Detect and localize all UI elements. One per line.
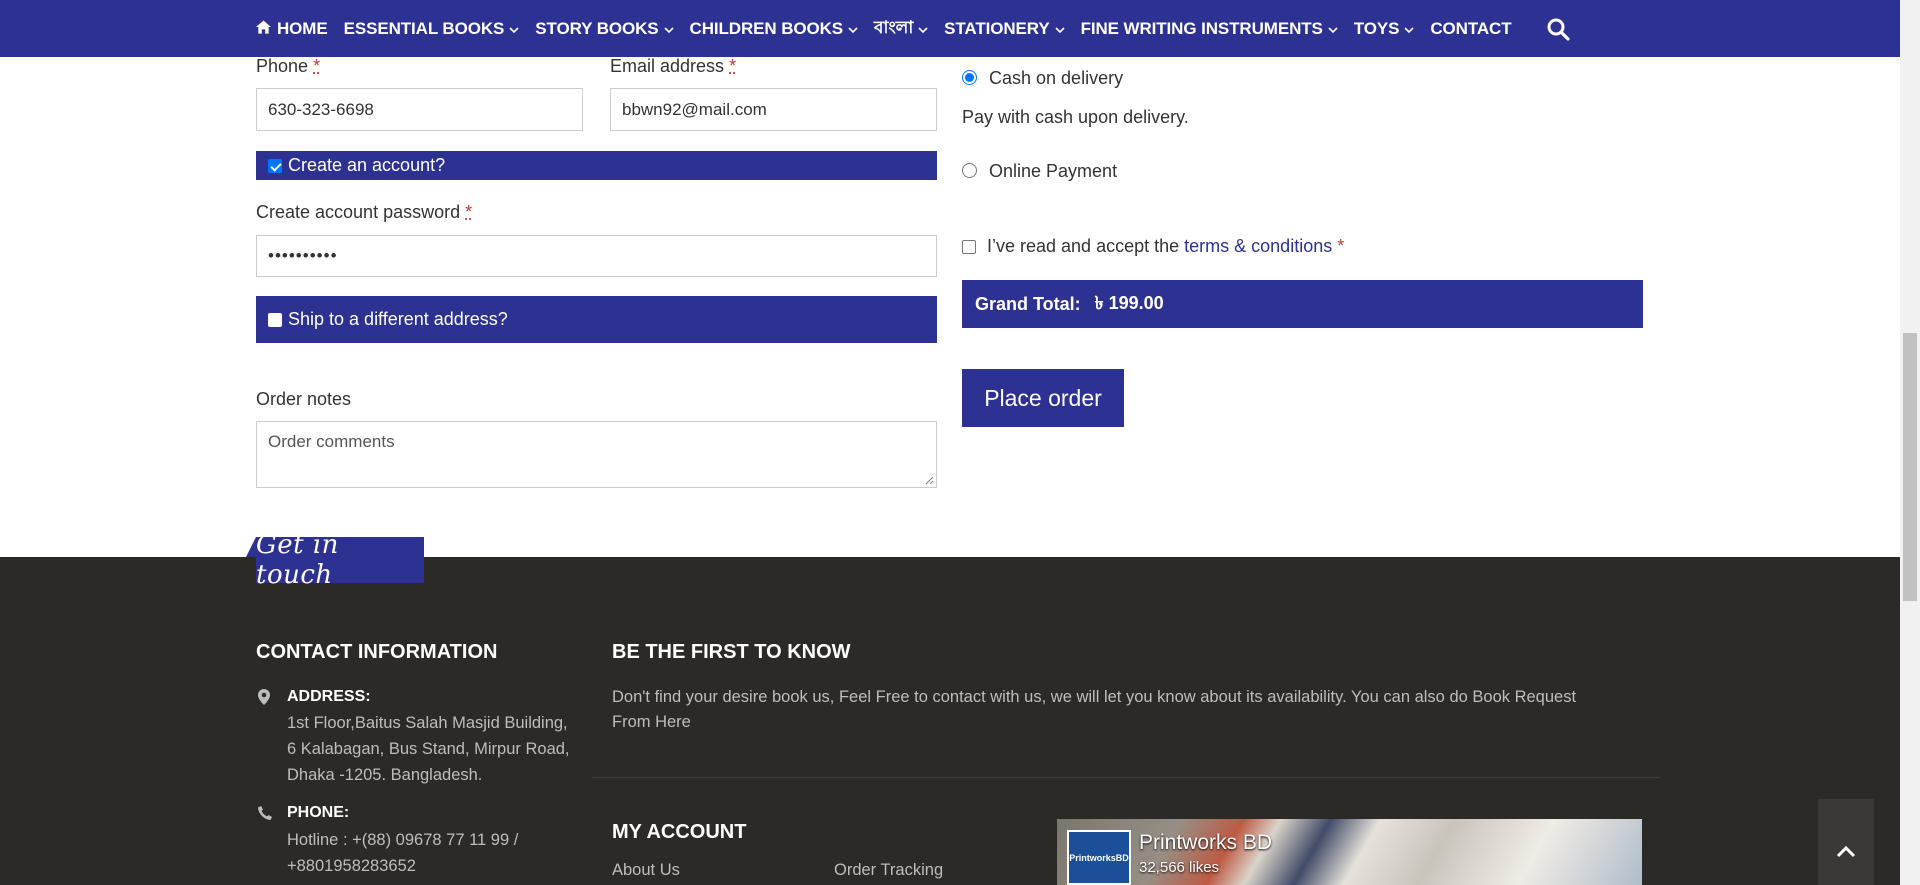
resize-handle-icon[interactable] — [924, 475, 934, 485]
ship-different-label: Ship to a different address? — [288, 309, 508, 329]
home-icon — [256, 19, 271, 38]
nav-item-children-books[interactable]: CHILDREN BOOKS — [690, 19, 859, 39]
first-to-know-text-2[interactable]: From Here — [612, 709, 691, 735]
create-account-bar[interactable]: Create an account? — [256, 151, 937, 180]
nav-item-stationery[interactable]: STATIONERY — [944, 18, 1065, 39]
password-field[interactable]: •••••••••• — [256, 235, 937, 277]
nav-item-label: CONTACT — [1430, 18, 1512, 38]
chevron-down-icon — [1055, 23, 1065, 37]
nav-item-label: STORY BOOKS — [535, 18, 659, 38]
nav-item-label: FINE WRITING INSTRUMENTS — [1080, 18, 1323, 38]
required-mark: * — [729, 56, 737, 76]
cod-radio[interactable] — [962, 70, 977, 85]
order-notes-textarea[interactable]: Order comments — [256, 421, 937, 488]
first-to-know-text: Don't find your desire book us, Feel Fre… — [612, 688, 1577, 706]
first-to-know-heading: BE THE FIRST TO KNOW — [612, 641, 851, 663]
nav-item-essential-books[interactable]: ESSENTIAL BOOKS — [344, 19, 520, 39]
chevron-down-icon — [1328, 23, 1338, 37]
online-payment-radio[interactable] — [962, 163, 977, 178]
chevron-down-icon — [1404, 23, 1414, 37]
search-icon[interactable] — [1546, 17, 1570, 41]
chevron-down-icon — [918, 23, 928, 37]
phone-value: 630-323-6698 — [268, 99, 374, 119]
email-field[interactable]: bbwn92@mail.com — [610, 88, 937, 131]
nav-item-label: STATIONERY — [944, 18, 1050, 38]
nav-item-home[interactable]: HOME — [256, 19, 328, 39]
password-value: •••••••••• — [268, 246, 338, 265]
facebook-page-likes: 32,566 likes — [1139, 859, 1220, 876]
map-marker-icon — [258, 689, 272, 705]
email-label: Email address * — [610, 56, 736, 77]
create-account-label: Create an account? — [288, 155, 446, 175]
phone-label: Phone * — [256, 56, 320, 77]
nav-item-label: CHILDREN BOOKS — [689, 18, 844, 38]
tab-fold-decoration — [246, 537, 256, 557]
chevron-up-icon — [1836, 846, 1856, 858]
chevron-down-icon — [848, 23, 858, 37]
phone-label: PHONE: — [287, 804, 350, 821]
nav-item-fine-writing-instruments[interactable]: FINE WRITING INSTRUMENTS — [1081, 19, 1338, 39]
terms-text: I’ve read and accept the terms & conditi… — [987, 236, 1344, 257]
email-value: bbwn92@mail.com — [622, 99, 767, 119]
facebook-page-logo: PrintworksBD — [1067, 830, 1131, 885]
online-payment-label[interactable]: Online Payment — [989, 161, 1117, 182]
create-account-checkbox[interactable] — [268, 158, 282, 173]
nav-item-label: TOYS — [1353, 18, 1400, 38]
nav-item-toys[interactable]: TOYS — [1354, 19, 1415, 39]
nav-item-bangla[interactable]: বাংলা — [874, 15, 928, 43]
ship-different-checkbox[interactable] — [268, 312, 282, 327]
nav-item-story-books[interactable]: STORY BOOKS — [535, 18, 674, 39]
terms-link[interactable]: terms & conditions — [1184, 236, 1332, 256]
cod-description: Pay with cash upon delivery. — [962, 107, 1189, 127]
terms-checkbox[interactable] — [962, 240, 976, 254]
address-line: Dhaka -1205. Bangladesh. — [287, 766, 483, 784]
phone-icon — [258, 806, 272, 822]
place-order-button[interactable]: Place order — [962, 369, 1124, 427]
facebook-page-widget[interactable]: PrintworksBD Printworks BD 32,566 likes — [1057, 819, 1642, 885]
footer-link-order-tracking[interactable]: Order Tracking — [834, 861, 943, 880]
address-line: 1st Floor,Baitus Salah Masjid Building, — [287, 714, 568, 732]
email-label-text: Email address — [610, 56, 725, 76]
footer-divider — [592, 777, 1660, 778]
phone-line: +8801958283652 — [287, 857, 416, 875]
grand-total-bar: Grand Total: ৳ 199.00 — [962, 280, 1643, 328]
chevron-down-icon — [509, 23, 519, 37]
phone-line: Hotline : +(88) 09678 77 11 99 / — [287, 831, 519, 849]
required-mark: * — [313, 56, 321, 76]
scroll-to-top-button[interactable] — [1818, 799, 1874, 885]
terms-prefix: I’ve read and accept the — [987, 236, 1180, 256]
my-account-heading: MY ACCOUNT — [612, 821, 747, 843]
order-notes-label: Order notes — [256, 389, 352, 409]
nav-item-label: বাংলা — [874, 17, 914, 37]
nav-menu: HOME ESSENTIAL BOOKS STORY BOOKS CHILDRE… — [256, 0, 1528, 57]
grand-total-value: ৳ 199.00 — [1094, 292, 1164, 313]
contact-heading: CONTACT INFORMATION — [256, 641, 498, 663]
get-in-touch-tab: Get in touch — [256, 530, 424, 590]
facebook-page-name[interactable]: Printworks BD — [1139, 831, 1272, 855]
address-label: ADDRESS: — [287, 688, 371, 705]
cod-label[interactable]: Cash on delivery — [989, 68, 1123, 89]
nav-item-contact[interactable]: CONTACT — [1430, 19, 1511, 39]
nav-item-label: ESSENTIAL BOOKS — [343, 18, 505, 38]
footer-link-about-us[interactable]: About Us — [612, 861, 680, 880]
password-label-text: Create account password — [256, 202, 461, 222]
page-scrollbar[interactable] — [1900, 0, 1920, 885]
password-label: Create account password * — [256, 202, 472, 223]
phone-label-text: Phone — [256, 56, 309, 76]
required-mark: * — [1337, 236, 1345, 256]
address-line: 6 Kalabagan, Bus Stand, Mirpur Road, — [287, 740, 570, 758]
chevron-down-icon — [663, 23, 674, 37]
grand-total-label: Grand Total: — [975, 293, 1081, 314]
nav-item-label: HOME — [277, 18, 328, 38]
scrollbar-thumb[interactable] — [1903, 333, 1917, 601]
top-navbar: HOME ESSENTIAL BOOKS STORY BOOKS CHILDRE… — [0, 0, 1900, 57]
order-notes-placeholder: Order comments — [268, 432, 395, 451]
phone-field[interactable]: 630-323-6698 — [256, 88, 583, 131]
ship-different-bar[interactable]: Ship to a different address? — [256, 296, 937, 343]
required-mark: * — [465, 202, 473, 222]
